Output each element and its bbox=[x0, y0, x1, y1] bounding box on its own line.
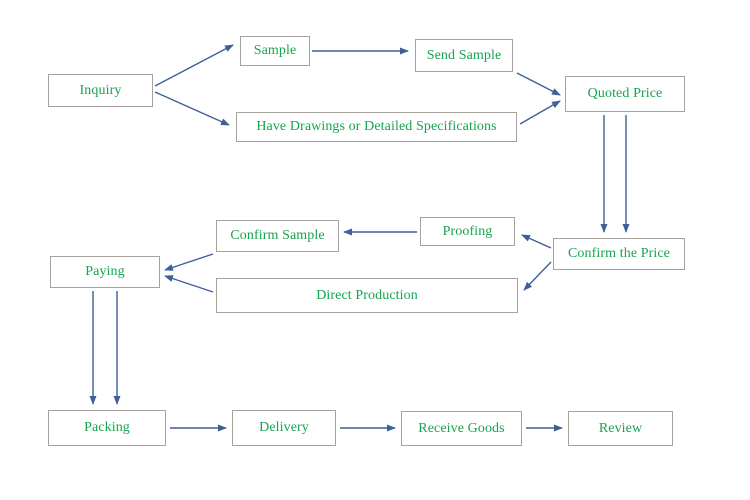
edge-confirm_sample-to-paying bbox=[164, 253, 214, 271]
node-receive_goods[interactable]: Receive Goods bbox=[401, 411, 522, 446]
flowchart-canvas: Inquiry Sample Send Sample Have Drawings or… bbox=[0, 0, 750, 500]
node-label-delivery: Delivery bbox=[259, 420, 309, 436]
node-label-send_sample: Send Sample bbox=[426, 47, 502, 63]
edge-layer bbox=[89, 44, 630, 432]
node-confirm_sample[interactable]: Confirm Sample bbox=[216, 220, 339, 252]
node-direct_prod[interactable]: Direct Production bbox=[216, 278, 518, 313]
node-label-inquiry: Inquiry bbox=[79, 82, 122, 98]
node-label-quoted_price: Quoted Price bbox=[587, 86, 663, 102]
edge-send_sample-to-quoted_price bbox=[516, 72, 561, 96]
edge-have_drawings-to-quoted_price bbox=[519, 100, 561, 125]
node-delivery[interactable]: Delivery bbox=[232, 410, 336, 446]
node-label-proofing: Proofing bbox=[442, 223, 493, 239]
edge-inquiry-to-have_drawings bbox=[154, 91, 230, 126]
node-have_drawings[interactable]: Have Drawings or Detailed Specifications bbox=[236, 112, 517, 142]
node-label-confirm_price: Confirm the Price bbox=[567, 246, 670, 262]
node-review[interactable]: Review bbox=[568, 411, 673, 446]
edge-inquiry-to-sample bbox=[154, 44, 234, 87]
node-label-have_drawings: Have Drawings or Detailed Specifications bbox=[256, 119, 497, 135]
node-send_sample[interactable]: Send Sample bbox=[415, 39, 513, 72]
node-label-confirm_sample: Confirm Sample bbox=[230, 228, 325, 244]
edge-direct_prod-to-paying bbox=[164, 275, 214, 293]
node-proofing[interactable]: Proofing bbox=[420, 217, 515, 246]
node-inquiry[interactable]: Inquiry bbox=[48, 74, 153, 107]
node-label-receive_goods: Receive Goods bbox=[418, 420, 505, 436]
edge-confirm_price-to-direct_prod bbox=[523, 261, 552, 291]
node-label-review: Review bbox=[598, 420, 643, 436]
node-label-paying: Paying bbox=[85, 264, 125, 280]
edge-confirm_price-to-proofing bbox=[521, 234, 552, 249]
node-label-direct_prod: Direct Production bbox=[316, 287, 418, 303]
node-packing[interactable]: Packing bbox=[48, 410, 166, 446]
node-paying[interactable]: Paying bbox=[50, 256, 160, 288]
node-label-packing: Packing bbox=[84, 420, 130, 436]
node-label-sample: Sample bbox=[253, 43, 297, 59]
node-confirm_price[interactable]: Confirm the Price bbox=[553, 238, 685, 270]
node-sample[interactable]: Sample bbox=[240, 36, 310, 66]
node-quoted_price[interactable]: Quoted Price bbox=[565, 76, 685, 112]
